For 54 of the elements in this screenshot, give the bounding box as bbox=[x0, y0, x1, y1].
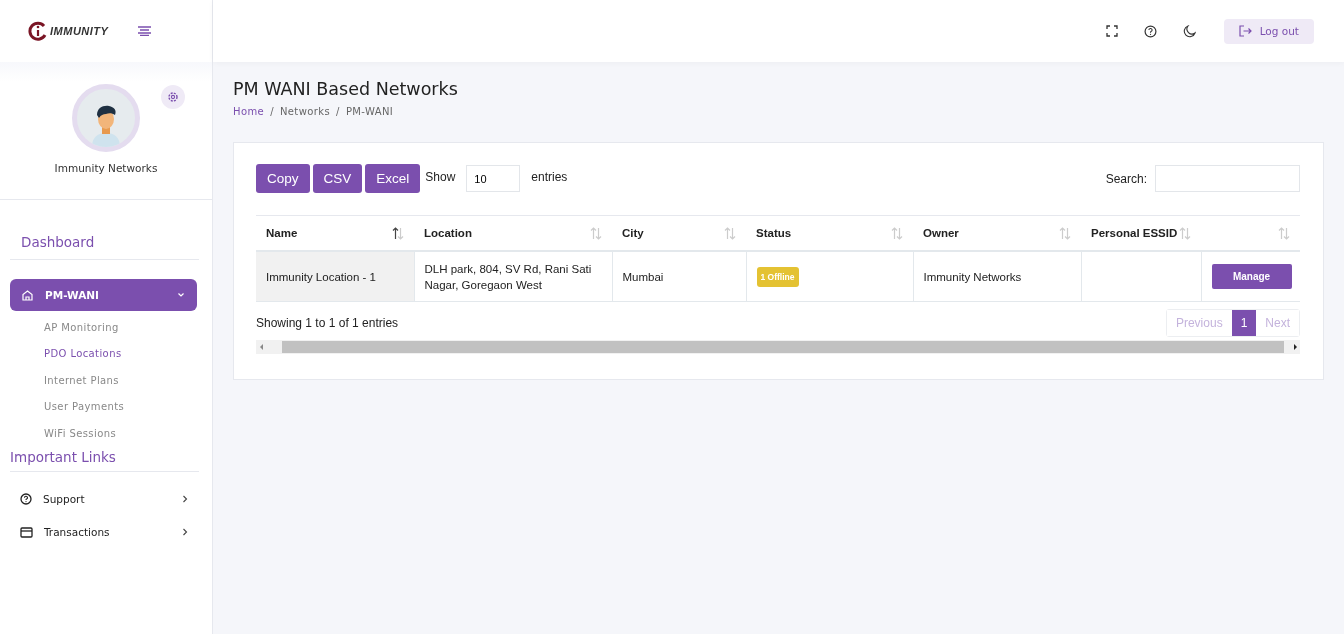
breadcrumb-item: PM-WANI bbox=[345, 106, 394, 117]
table-cell: Immunity Location - 1 bbox=[256, 251, 414, 302]
export-button[interactable]: Copy bbox=[256, 164, 310, 193]
sidebar-link[interactable]: Transactions bbox=[0, 515, 212, 549]
search-field[interactable] bbox=[1155, 165, 1300, 192]
logout-icon bbox=[1238, 25, 1252, 37]
card-icon bbox=[20, 526, 33, 538]
export-button[interactable]: Excel bbox=[365, 164, 421, 193]
menu-icon[interactable] bbox=[138, 26, 152, 36]
logout-button[interactable]: Log out bbox=[1223, 18, 1314, 44]
breadcrumb-item[interactable]: Networks bbox=[279, 106, 331, 117]
export-button[interactable]: CSV bbox=[312, 164, 363, 193]
column-header[interactable]: Location bbox=[414, 215, 612, 251]
table-cell: Immunity Networks bbox=[913, 251, 1081, 302]
breadcrumb-item[interactable]: Home bbox=[233, 106, 265, 117]
table-cell: DLH park, 804, SV Rd, Rani Sati Nagar, Goregaon West bbox=[414, 251, 612, 302]
help-icon[interactable] bbox=[1143, 24, 1157, 38]
home-icon bbox=[22, 289, 33, 301]
search-label: Search: bbox=[1105, 171, 1147, 186]
table-cell: Mumbai bbox=[612, 251, 746, 302]
table-info: Showing 1 to 1 of 1 entries bbox=[256, 316, 400, 330]
settings-icon[interactable] bbox=[161, 85, 185, 109]
chevron-right-icon bbox=[182, 495, 188, 503]
pagination-button[interactable]: 1 bbox=[1231, 310, 1257, 336]
column-header[interactable] bbox=[1201, 215, 1300, 251]
logo[interactable]: IMMUNITY bbox=[28, 21, 109, 41]
chevron-right-icon bbox=[182, 528, 188, 536]
page-size-field[interactable]: 10 bbox=[466, 165, 521, 192]
entries-label: entries bbox=[531, 169, 569, 184]
section-title: Important Links bbox=[10, 448, 117, 465]
submenu-item[interactable]: PDO Locations bbox=[0, 340, 212, 367]
column-header[interactable]: Status bbox=[746, 215, 913, 251]
sidebar-link[interactable]: Support bbox=[0, 482, 212, 516]
column-header[interactable]: Owner bbox=[913, 215, 1081, 251]
status-badge: 1 Offline bbox=[756, 266, 799, 287]
menu-item[interactable]: PM-WANI bbox=[10, 279, 197, 311]
manage-button[interactable]: Manage bbox=[1211, 264, 1292, 289]
column-header[interactable]: City bbox=[612, 215, 746, 251]
breadcrumb-separator: / bbox=[270, 106, 274, 117]
breadcrumb-separator: / bbox=[336, 106, 340, 117]
dashboard-link[interactable]: Dashboard bbox=[21, 234, 212, 250]
moon-icon[interactable] bbox=[1182, 24, 1196, 38]
horizontal-scrollbar[interactable] bbox=[256, 340, 1300, 354]
column-header[interactable]: Personal ESSID bbox=[1081, 215, 1201, 251]
help-icon bbox=[20, 493, 32, 505]
submenu-item[interactable]: WiFi Sessions bbox=[0, 420, 212, 447]
sort-icon[interactable] bbox=[392, 226, 404, 240]
submenu-item[interactable]: User Payments bbox=[0, 393, 212, 420]
submenu-item[interactable]: Internet Plans bbox=[0, 367, 212, 394]
show-label: Show bbox=[425, 169, 456, 184]
page-title: PM WANI Based Networks bbox=[233, 79, 459, 99]
fullscreen-icon[interactable] bbox=[1105, 25, 1118, 37]
submenu-item[interactable]: AP Monitoring bbox=[0, 314, 212, 341]
profile-name: Immunity Networks bbox=[54, 162, 158, 174]
